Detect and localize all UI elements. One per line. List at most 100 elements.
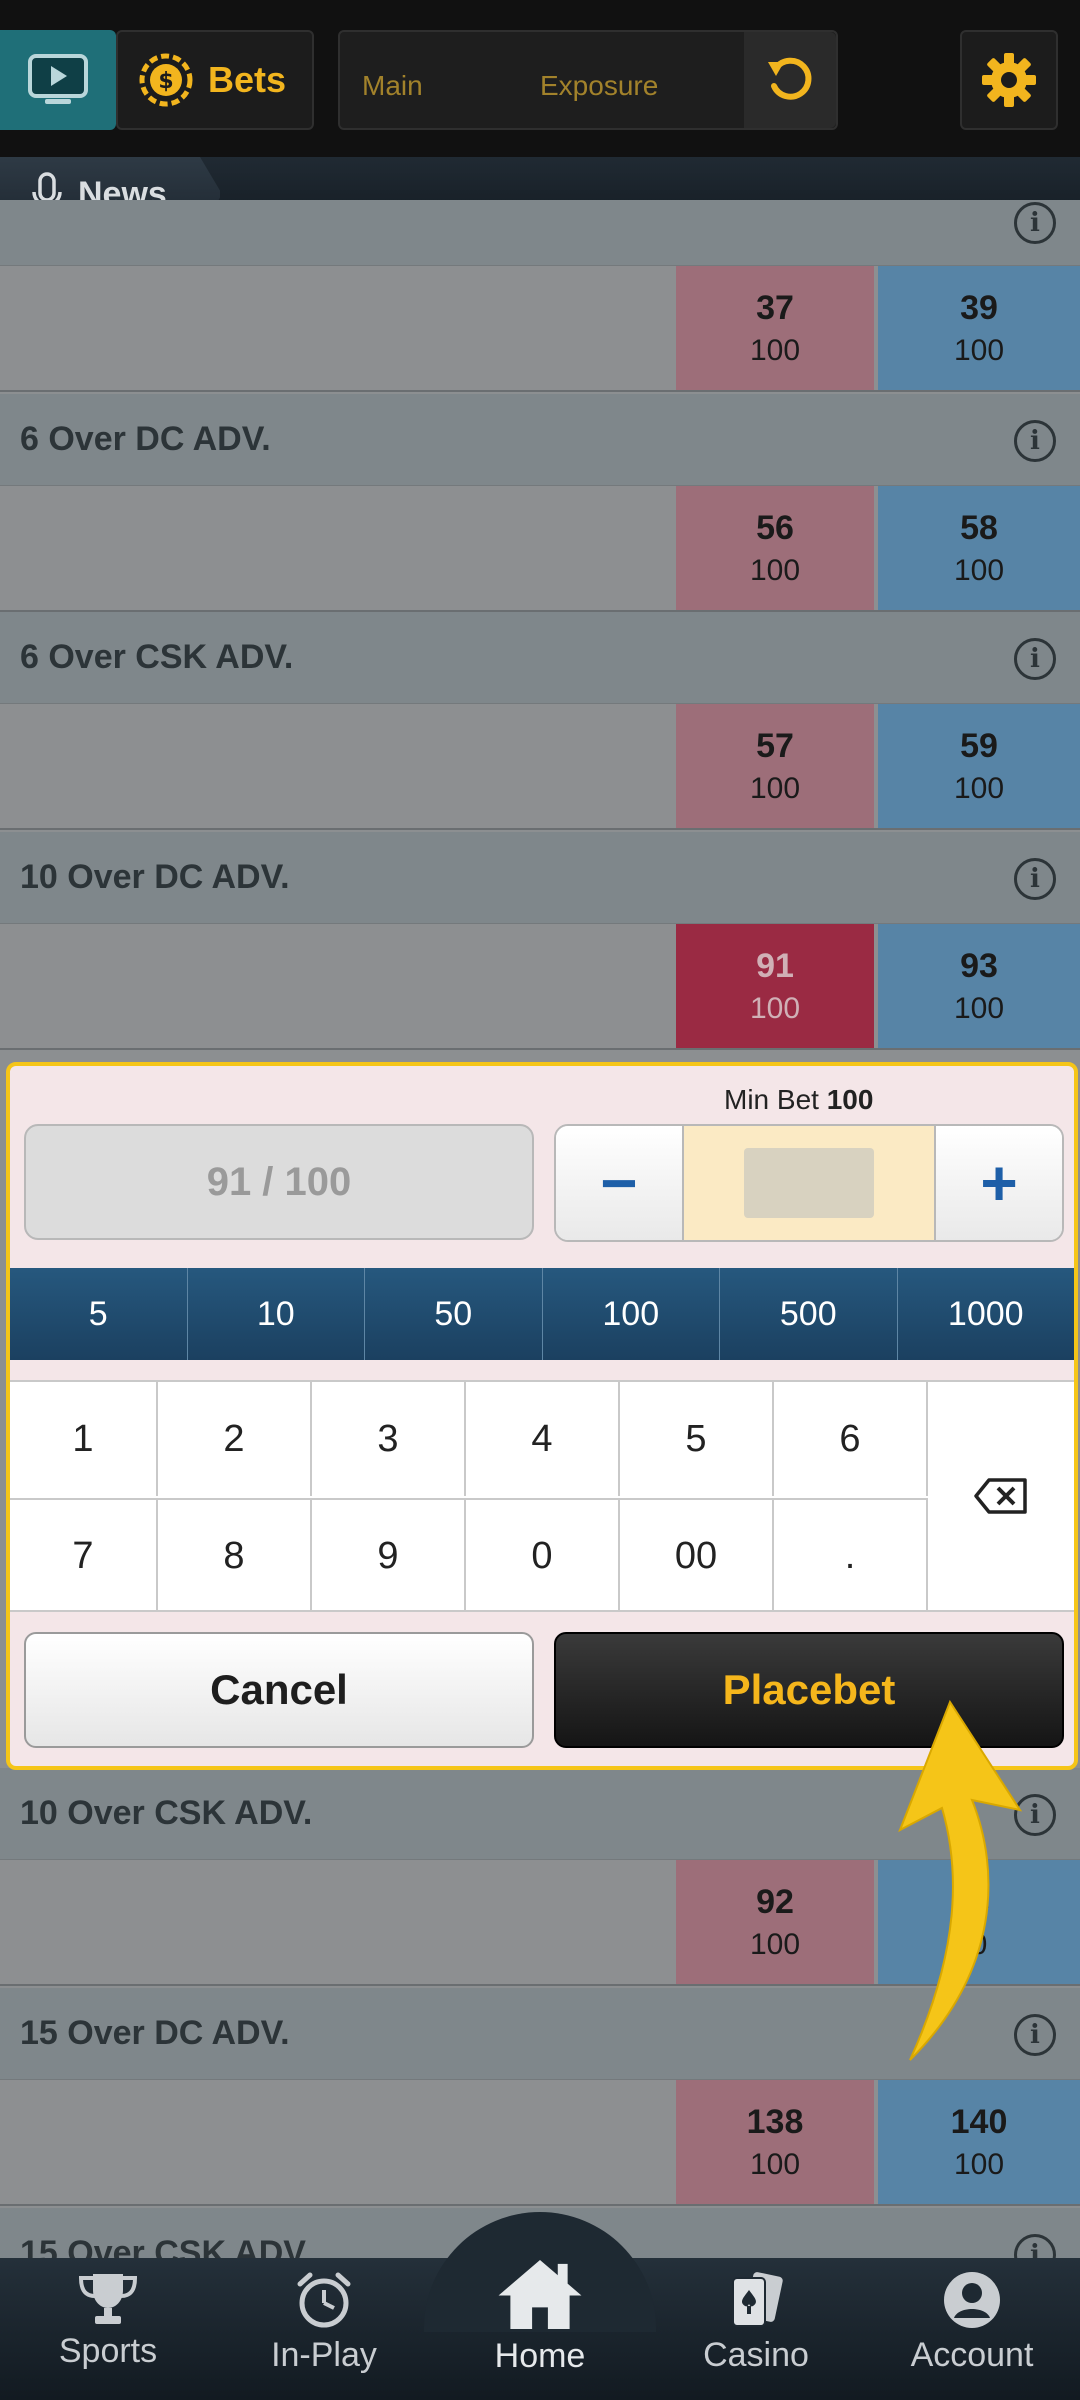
settings-button[interactable] — [960, 30, 1058, 130]
odds-size: 100 — [953, 771, 1005, 805]
odds-size: 100 — [953, 553, 1005, 587]
keypad-key[interactable]: 2 — [158, 1382, 312, 1496]
odds-value: 56 — [756, 508, 794, 547]
odds-field[interactable]: 91 / 100 — [24, 1124, 534, 1240]
info-icon[interactable]: i — [1014, 202, 1056, 244]
odds-value: 39 — [960, 288, 998, 327]
nav-home[interactable]: Home — [440, 2256, 640, 2376]
odds-size: 100 — [953, 333, 1005, 367]
trophy-icon — [78, 2274, 138, 2324]
keypad-key[interactable]: 1 — [10, 1382, 158, 1496]
stake-chip[interactable]: 10 — [188, 1268, 365, 1360]
lay-odds-cell[interactable]: 92 100 — [676, 1860, 874, 1984]
stake-chip[interactable]: 5 — [10, 1268, 188, 1360]
stake-input[interactable] — [684, 1126, 934, 1240]
bet-slip: Min Bet 100 91 / 100 − + 5 10 50 100 500… — [6, 1062, 1078, 1770]
keypad-key[interactable]: 00 — [620, 1498, 774, 1612]
back-odds-cell[interactable]: 4 0 — [878, 1860, 1080, 1984]
market-title: 10 Over CSK ADV. — [20, 1794, 313, 1832]
live-tv-button[interactable] — [0, 30, 116, 130]
keypad-key[interactable]: 6 — [774, 1382, 928, 1496]
info-icon[interactable]: i — [1014, 2014, 1056, 2056]
stake-chip[interactable]: 500 — [720, 1268, 898, 1360]
stake-chip[interactable]: 100 — [543, 1268, 720, 1360]
market-header: 15 Over DC ADV. i — [0, 1988, 1080, 2080]
exposure-panel: Main Exposure — [338, 30, 838, 130]
refresh-button[interactable] — [744, 32, 836, 128]
odds-value: 59 — [960, 726, 998, 765]
back-odds-cell[interactable]: 140 100 — [878, 2080, 1080, 2204]
stake-chip[interactable]: 1000 — [898, 1268, 1075, 1360]
info-icon[interactable]: i — [1014, 638, 1056, 680]
odds-value: 57 — [756, 726, 794, 765]
info-icon[interactable]: i — [1014, 858, 1056, 900]
market-header: 6 Over DC ADV. i — [0, 394, 1080, 486]
odds-value: 92 — [756, 1882, 794, 1921]
nav-label: Sports — [58, 2332, 158, 2370]
market-header: i — [0, 200, 1080, 266]
gear-icon — [982, 53, 1036, 107]
market-title: 10 Over DC ADV. — [20, 858, 290, 896]
odds-value: 4 — [969, 1882, 989, 1921]
main-balance-label: Main — [362, 70, 423, 101]
nav-label: Account — [910, 2336, 1034, 2374]
min-bet-value: 100 — [826, 1084, 874, 1115]
min-bet-text: Min Bet 100 — [724, 1084, 873, 1116]
place-bet-button[interactable]: Placebet — [554, 1632, 1064, 1748]
exposure-label: Exposure — [540, 70, 659, 101]
page: $ Bets Main Exposure News i 37 100 39 10… — [0, 0, 1080, 2400]
bets-coin-icon: $ — [139, 53, 193, 107]
lay-odds-cell[interactable]: 138 100 — [676, 2080, 874, 2204]
keypad-key[interactable]: 7 — [10, 1498, 158, 1612]
keypad-key[interactable]: 5 — [620, 1382, 774, 1496]
top-bar: $ Bets Main Exposure — [0, 0, 1080, 157]
tv-icon — [28, 54, 88, 104]
increase-stake-button[interactable]: + — [934, 1126, 1062, 1240]
back-odds-cell[interactable]: 93 100 — [878, 924, 1080, 1048]
odds-value: 58 — [960, 508, 998, 547]
cancel-button[interactable]: Cancel — [24, 1632, 534, 1748]
stake-chip[interactable]: 50 — [365, 1268, 543, 1360]
lay-odds-cell[interactable]: 56 100 — [676, 486, 874, 610]
keypad-key[interactable]: 0 — [466, 1498, 620, 1612]
bets-button[interactable]: $ Bets — [116, 30, 314, 130]
alarm-clock-icon — [297, 2272, 351, 2328]
nav-label: In-Play — [271, 2336, 377, 2374]
lay-odds-cell-selected[interactable]: 91 100 — [676, 924, 874, 1048]
info-icon[interactable]: i — [1014, 1794, 1056, 1836]
keypad-key[interactable]: 8 — [158, 1498, 312, 1612]
stake-stepper: − + — [554, 1124, 1064, 1242]
decrease-stake-button[interactable]: − — [556, 1126, 684, 1240]
stake-value-redacted — [744, 1148, 874, 1218]
refresh-icon — [768, 57, 812, 100]
market-header: 10 Over CSK ADV. i — [0, 1768, 1080, 1860]
quick-stake-chips: 5 10 50 100 500 1000 — [10, 1268, 1074, 1360]
market-odds-row: 37 100 39 100 — [0, 266, 1080, 392]
back-odds-cell[interactable]: 58 100 — [878, 486, 1080, 610]
lay-odds-cell[interactable]: 57 100 — [676, 704, 874, 828]
market-title: 6 Over CSK ADV. — [20, 638, 294, 676]
market-header: 10 Over DC ADV. i — [0, 832, 1080, 924]
keypad-key[interactable]: 9 — [312, 1498, 466, 1612]
nav-casino[interactable]: Casino — [656, 2270, 856, 2390]
odds-size: 100 — [749, 771, 801, 805]
nav-sports[interactable]: Sports — [8, 2270, 208, 2390]
market-odds-row: 57 100 59 100 — [0, 704, 1080, 830]
keypad-key[interactable]: . — [774, 1498, 928, 1612]
keypad-key[interactable]: 3 — [312, 1382, 466, 1496]
info-icon[interactable]: i — [1014, 420, 1056, 462]
nav-account[interactable]: Account — [872, 2270, 1072, 2390]
market-odds-row: 91 100 93 100 — [0, 924, 1080, 1050]
numeric-keypad: 1 2 3 4 5 6 7 8 9 0 00 . — [10, 1380, 1074, 1612]
odds-value: 140 — [950, 2102, 1008, 2141]
nav-inplay[interactable]: In-Play — [224, 2270, 424, 2390]
odds-size: 100 — [749, 1927, 801, 1961]
odds-size: 100 — [749, 991, 801, 1025]
back-odds-cell[interactable]: 59 100 — [878, 704, 1080, 828]
odds-size: 100 — [749, 553, 801, 587]
market-odds-row: 56 100 58 100 — [0, 486, 1080, 612]
backspace-button[interactable] — [928, 1382, 1074, 1610]
lay-odds-cell[interactable]: 37 100 — [676, 266, 874, 390]
back-odds-cell[interactable]: 39 100 — [878, 266, 1080, 390]
keypad-key[interactable]: 4 — [466, 1382, 620, 1496]
